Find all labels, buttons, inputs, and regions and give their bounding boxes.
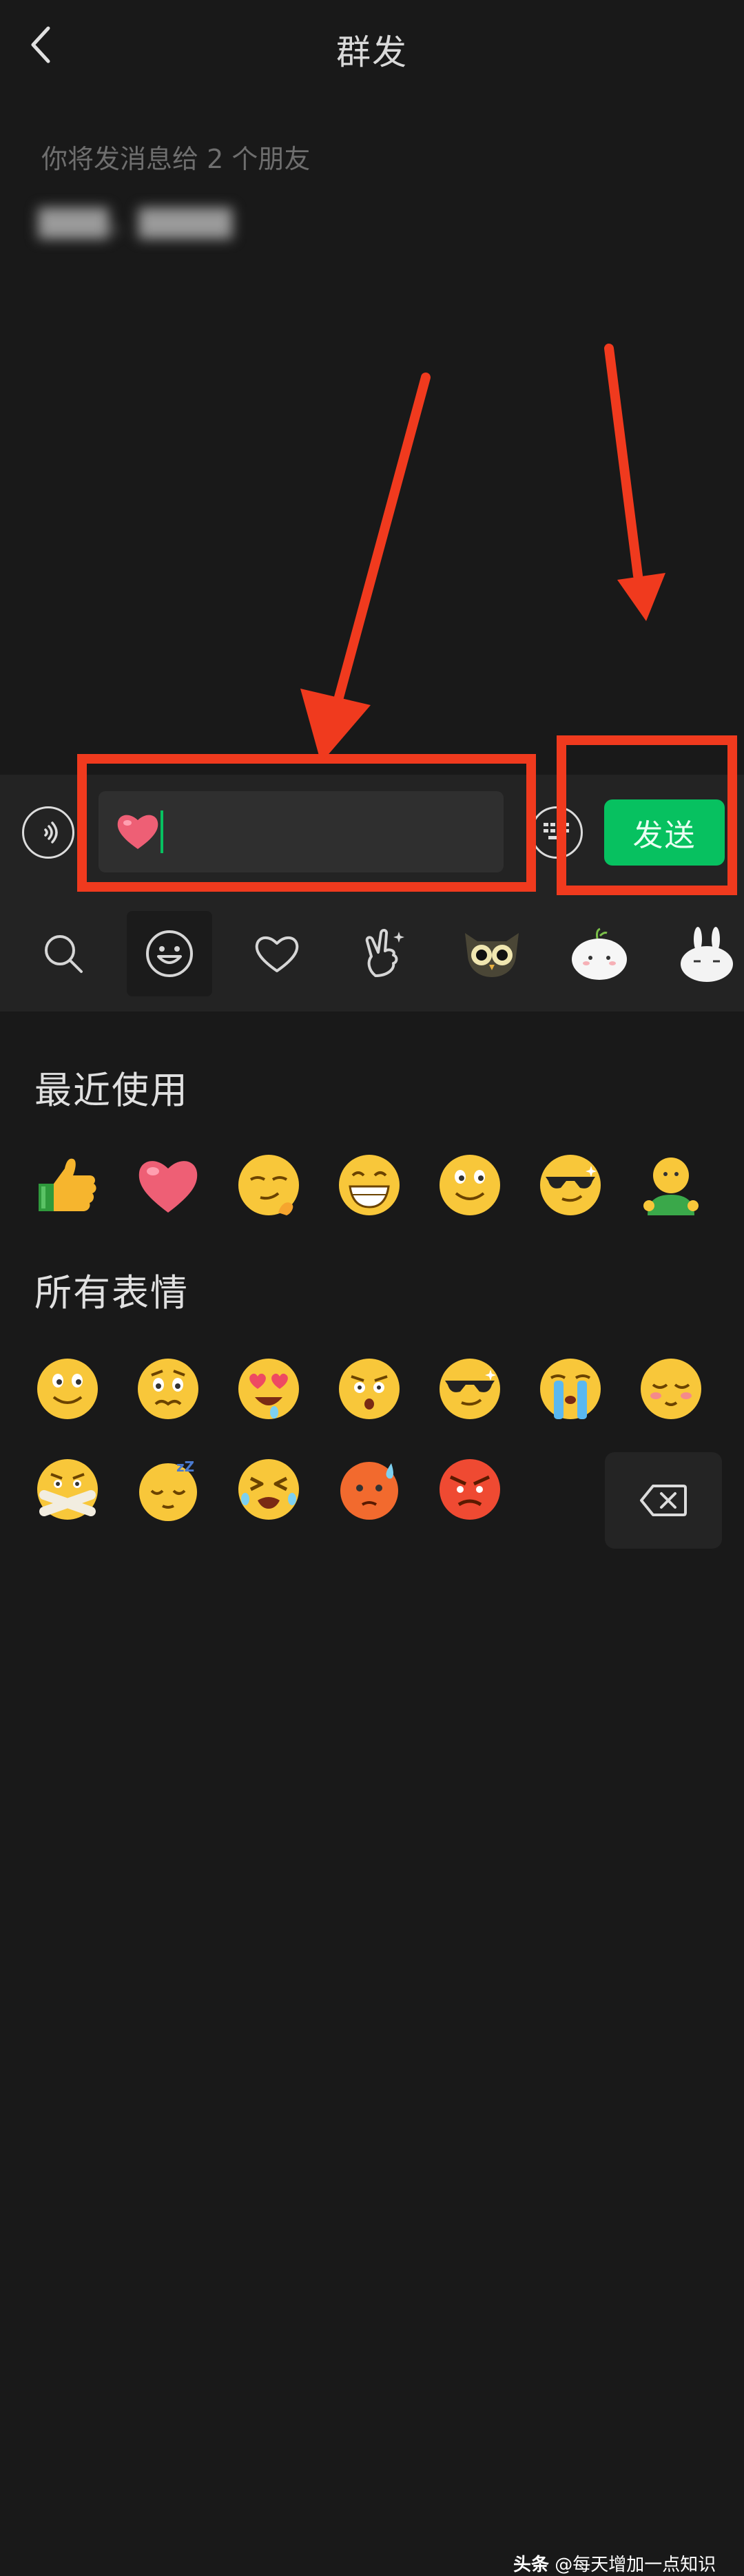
arrow-to-send-head [617,573,665,621]
watermark-account: @每天增加一点知识 [555,2555,716,2575]
arrow-to-input-shaft [333,373,431,707]
arrow-to-input-head [300,689,371,763]
annotation-arrows [300,344,665,763]
watermark-brand: 头条 [513,2555,550,2575]
watermark: 头条 @每天增加一点知识 [513,2551,716,2576]
arrow-to-send-shaft [604,344,643,580]
